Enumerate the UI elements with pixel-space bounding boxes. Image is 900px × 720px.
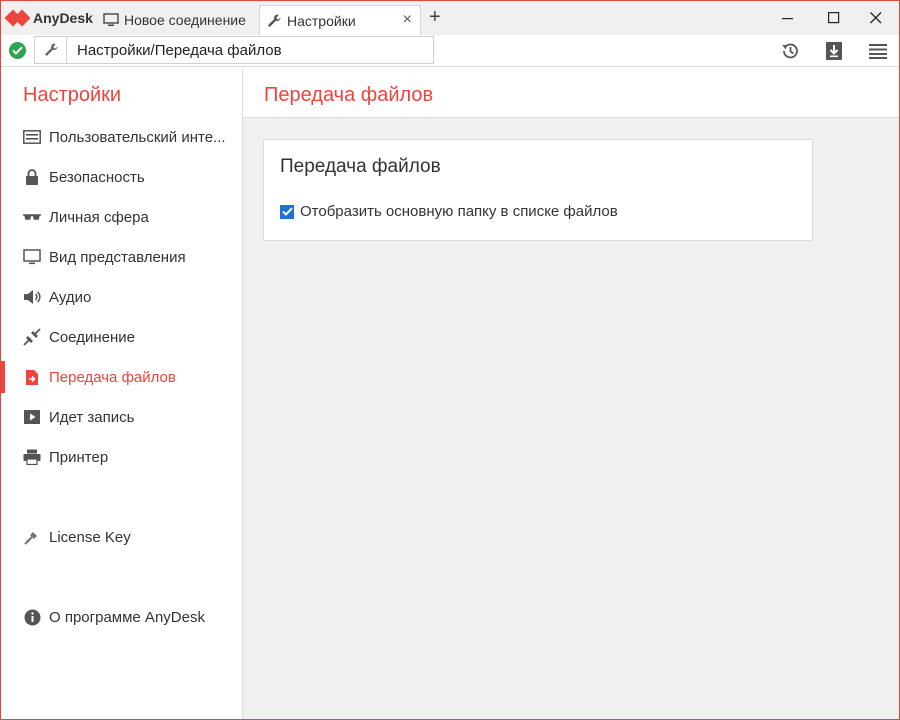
settings-sidebar: Настройки Пользовательский инте... Безоп… <box>1 68 243 719</box>
minimize-icon <box>782 18 793 20</box>
sidebar-item-label: Аудио <box>49 288 92 306</box>
glasses-icon <box>23 208 41 226</box>
printer-icon <box>23 448 41 466</box>
show-home-folder-option[interactable]: Отобразить основную папку в списке файло… <box>280 203 618 220</box>
sidebar-item-about[interactable]: О программе AnyDesk <box>1 601 242 633</box>
tab-label: Новое соединение <box>124 12 246 28</box>
wrench-icon <box>266 13 282 29</box>
brand[interactable]: AnyDesk <box>4 6 93 30</box>
address-field[interactable]: Настройки/Передача файлов <box>34 36 434 64</box>
sidebar-item-label: License Key <box>49 528 131 546</box>
info-icon <box>23 608 41 626</box>
checkbox-label: Отобразить основную папку в списке файло… <box>300 203 618 220</box>
sidebar-item-label: О программе AnyDesk <box>49 608 205 626</box>
maximize-button[interactable] <box>811 1 857 35</box>
monitor-icon <box>23 248 41 266</box>
anydesk-window: AnyDesk Новое соединение Настройки × + Н… <box>0 0 900 720</box>
maximize-icon <box>828 12 840 24</box>
sidebar-item-label: Вид представления <box>49 248 186 266</box>
sidebar-item-audio[interactable]: Аудио <box>1 281 242 313</box>
interface-icon <box>23 128 41 146</box>
sidebar-item-license-key[interactable]: License Key <box>1 521 242 553</box>
sidebar-item-label: Пользовательский инте... <box>49 128 226 146</box>
connection-icon <box>23 328 41 346</box>
sidebar-item-label: Соединение <box>49 328 135 346</box>
address-bar: Настройки/Передача файлов <box>1 35 899 67</box>
minimize-button[interactable] <box>765 1 811 35</box>
history-button[interactable] <box>778 39 802 63</box>
history-icon <box>782 43 798 59</box>
sidebar-item-label: Передача файлов <box>49 368 176 386</box>
show-home-folder-checkbox[interactable] <box>280 204 294 219</box>
status-ok-icon <box>9 42 26 59</box>
sidebar-item-user-interface[interactable]: Пользовательский инте... <box>1 121 242 153</box>
tab-settings[interactable]: Настройки × <box>259 5 421 35</box>
content-header: Передача файлов <box>243 68 899 118</box>
tab-new-connection[interactable]: Новое соединение <box>97 5 259 35</box>
sidebar-item-file-transfer[interactable]: Передача файлов <box>1 361 242 393</box>
sidebar-item-display[interactable]: Вид представления <box>1 241 242 273</box>
brand-name: AnyDesk <box>33 10 93 26</box>
page-title: Передача файлов <box>264 84 434 106</box>
sidebar-item-security[interactable]: Безопасность <box>1 161 242 193</box>
main-menu-button[interactable] <box>866 39 890 63</box>
download-button[interactable] <box>822 39 846 63</box>
recording-icon <box>23 408 41 426</box>
sidebar-item-label: Идет запись <box>49 408 135 426</box>
lock-icon <box>23 168 41 186</box>
sidebar-title: Настройки <box>23 84 122 106</box>
sidebar-item-printer[interactable]: Принтер <box>1 441 242 473</box>
download-icon <box>826 42 842 60</box>
checkmark-icon <box>281 207 293 216</box>
settings-content: Передача файлов Передача файлов Отобрази… <box>243 68 899 719</box>
address-value: Настройки/Передача файлов <box>77 41 282 59</box>
menu-icon <box>869 44 887 59</box>
tab-close-icon[interactable]: × <box>403 12 412 28</box>
sidebar-item-privacy[interactable]: Личная сфера <box>1 201 242 233</box>
sidebar-item-label: Личная сфера <box>49 208 149 226</box>
sidebar-item-recording[interactable]: Идет запись <box>1 401 242 433</box>
wrench-icon <box>35 37 67 63</box>
key-icon <box>23 528 41 546</box>
file-transfer-card: Передача файлов Отобразить основную папк… <box>263 139 813 241</box>
add-tab-icon[interactable]: + <box>429 7 441 27</box>
sidebar-item-connection[interactable]: Соединение <box>1 321 242 353</box>
card-title: Передача файлов <box>280 156 441 177</box>
close-button[interactable] <box>853 1 899 35</box>
monitor-icon <box>103 12 119 28</box>
sidebar-item-label: Принтер <box>49 448 109 466</box>
close-icon <box>870 12 882 24</box>
sidebar-item-label: Безопасность <box>49 168 145 186</box>
tab-label: Настройки <box>287 12 356 29</box>
file-transfer-icon <box>23 368 41 386</box>
speaker-icon <box>23 288 41 306</box>
title-bar: AnyDesk Новое соединение Настройки × + <box>1 1 899 35</box>
anydesk-logo-icon <box>4 9 31 27</box>
